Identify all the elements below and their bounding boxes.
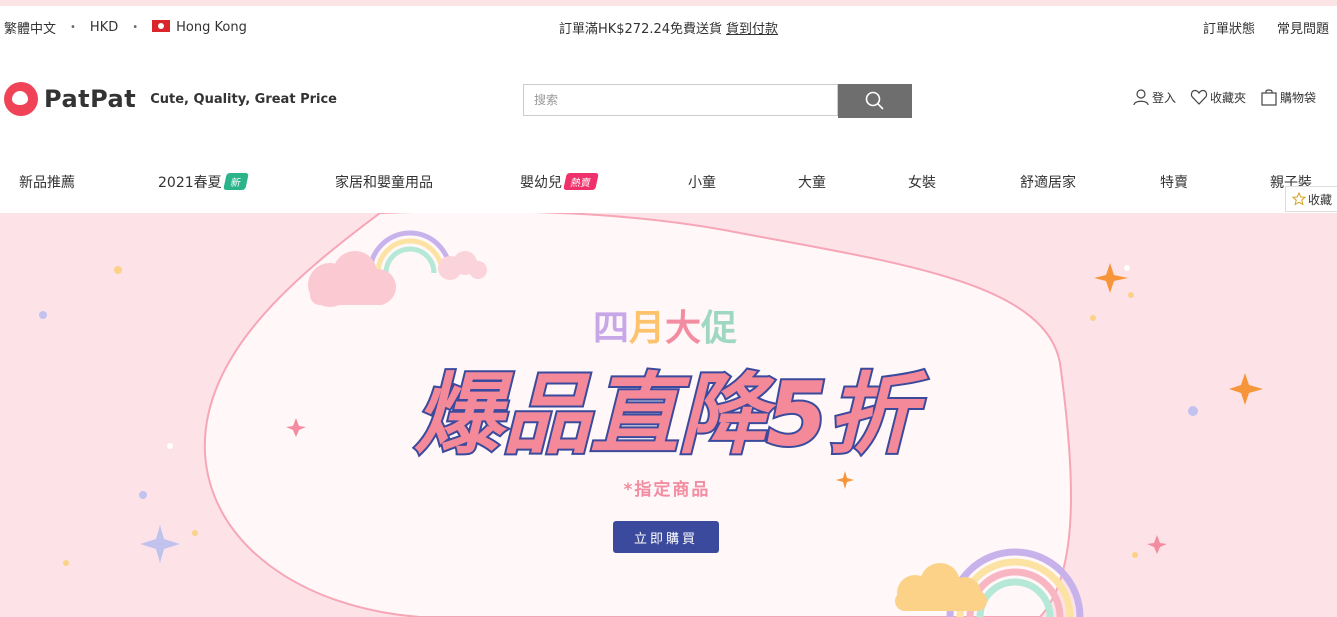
nav-label: 嬰幼兒 [520, 175, 562, 191]
banner-headline: 爆品直降5折 [414, 363, 928, 466]
buy-now-button[interactable]: 立即購買 [613, 521, 719, 553]
nav-item-kids[interactable]: 小童 [688, 172, 716, 192]
top-utility-bar: 繁體中文 • HKD • Hong Kong 訂單滿HK$272.24免費送貨貨… [0, 6, 1337, 46]
nav-label: 女裝 [908, 175, 936, 191]
heart-icon [1190, 89, 1208, 105]
favorite-float-button[interactable]: 收藏 [1285, 186, 1337, 212]
nav-item-home-baby[interactable]: 家居和嬰童用品 [335, 172, 433, 192]
shipping-promo: 訂單滿HK$272.24免費送貨 貨到付款 [0, 18, 1337, 37]
cod-link[interactable]: 貨到付款 [726, 22, 778, 37]
nav-item-new-arrivals[interactable]: 新品推薦 [19, 172, 75, 192]
cart-link[interactable]: 購物袋 [1260, 88, 1316, 106]
nav-item-women[interactable]: 女裝 [908, 172, 936, 192]
banner-artwork: 四月大促 爆品直降5折 *指定商品 [39, 213, 1263, 617]
star-icon [1291, 192, 1306, 206]
brand-name: PatPat [44, 85, 137, 113]
brand-tagline: Cute, Quality, Great Price [150, 91, 337, 107]
hot-badge: 熱賣 [563, 173, 599, 190]
favorite-float-label: 收藏 [1307, 192, 1332, 207]
nav-label: 大童 [798, 175, 826, 191]
brand-logo[interactable]: PatPat Cute, Quality, Great Price [4, 82, 337, 116]
patpat-logo-icon [4, 82, 38, 116]
search-button[interactable] [838, 84, 912, 118]
wishlist-link[interactable]: 收藏夾 [1190, 88, 1246, 106]
faq-link[interactable]: 常見問題 [1277, 18, 1329, 37]
nav-label: 舒適居家 [1020, 175, 1076, 191]
nav-label: 小童 [688, 175, 716, 191]
login-label: 登入 [1151, 90, 1176, 105]
search-input[interactable] [523, 84, 838, 116]
wishlist-label: 收藏夾 [1209, 90, 1246, 105]
nav-item-spring-summer[interactable]: 2021春夏新 [158, 172, 249, 192]
account-actions: 登入 收藏夾 購物袋 [1132, 88, 1316, 106]
main-header: PatPat Cute, Quality, Great Price 登入 收藏夾 [0, 66, 1337, 136]
nav-label: 2021春夏 [158, 175, 222, 191]
nav-item-loungewear[interactable]: 舒適居家 [1020, 172, 1076, 192]
new-badge: 新 [222, 173, 249, 190]
nav-label: 家居和嬰童用品 [335, 175, 433, 191]
nav-label: 新品推薦 [19, 175, 75, 191]
cart-label: 購物袋 [1279, 90, 1316, 105]
banner-kicker: 四月大促 [593, 308, 737, 349]
login-link[interactable]: 登入 [1132, 88, 1176, 106]
nav-label: 特賣 [1160, 175, 1188, 191]
category-nav: 新品推薦 2021春夏新 家居和嬰童用品 嬰幼兒 熱賣 小童 大童 女裝 舒適居家… [0, 160, 1337, 200]
search-icon [865, 91, 884, 110]
nav-item-big-kids[interactable]: 大童 [798, 172, 826, 192]
user-icon [1133, 89, 1149, 106]
shopping-bag-icon [1261, 89, 1277, 106]
nav-item-sale[interactable]: 特賣 [1160, 172, 1188, 192]
hero-banner[interactable]: 四月大促 爆品直降5折 *指定商品 立即購買 [0, 213, 1337, 617]
banner-note: *指定商品 [624, 479, 711, 500]
order-status-link[interactable]: 訂單狀態 [1203, 18, 1255, 37]
shipping-promo-text: 訂單滿HK$272.24免費送貨 [558, 22, 723, 37]
search-bar [523, 84, 912, 118]
nav-item-baby[interactable]: 嬰幼兒 熱賣 [520, 172, 599, 192]
